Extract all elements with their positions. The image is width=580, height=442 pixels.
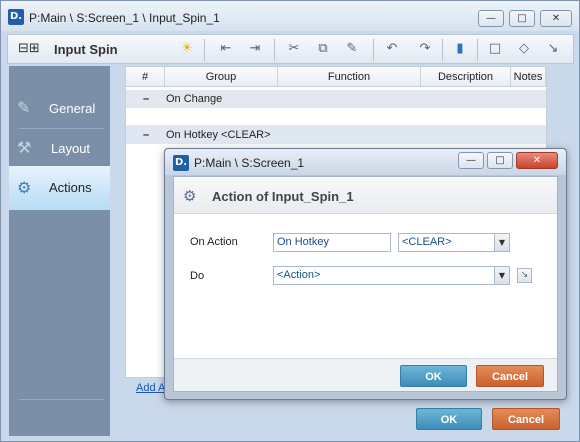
do-select[interactable]: <Action> ▼ (273, 266, 510, 285)
outdent-icon[interactable]: ⇤ (217, 40, 235, 58)
action-dialog: D. P:Main \ S:Screen_1 — □ ✕ ⚙ Action of… (164, 148, 567, 400)
cancel-button[interactable]: Cancel (492, 408, 560, 430)
row-label: On Change (166, 93, 223, 105)
cut-icon[interactable]: ✂ (285, 40, 303, 58)
hotkey-select[interactable]: <CLEAR> ▼ (398, 233, 510, 252)
jump-icon[interactable]: ↘ (544, 40, 562, 58)
column-header-notes[interactable]: Notes (511, 67, 546, 87)
toolbar-separator (204, 39, 205, 61)
indent-icon[interactable]: ⇥ (246, 40, 264, 58)
undo-icon[interactable]: ↶ (383, 40, 401, 58)
sidebar: ✎ General ⚒ Layout ⚙ Actions (9, 66, 110, 436)
dialog-header: ⚙ Action of Input_Spin_1 (174, 177, 557, 214)
maximize-button[interactable]: □ (509, 10, 535, 27)
toolbar: ⊟⊞ Input Spin ☀ ⇤ ⇥ ✂ ⧉ ✎ ↶ ↷ ▮ □ ◇ ↘ (7, 34, 574, 64)
column-header-description[interactable]: Description (421, 67, 511, 87)
dialog-body: ⚙ Action of Input_Spin_1 On Action On Ho… (173, 176, 558, 392)
toolbar-separator (442, 39, 443, 61)
comment-icon[interactable]: ▮ (451, 40, 469, 58)
app-logo: D. (173, 155, 189, 171)
toolbar-separator (373, 39, 374, 61)
column-header-group[interactable]: Group (165, 67, 278, 87)
minimize-button[interactable]: — (458, 152, 484, 169)
sidebar-item-layout[interactable]: ⚒ Layout (9, 128, 110, 168)
sidebar-item-label: General (49, 101, 96, 116)
chevron-down-icon[interactable]: ▼ (494, 267, 509, 284)
dialog-ok-button[interactable]: OK (400, 365, 467, 387)
layout-icon: ⚒ (17, 138, 32, 157)
on-action-field[interactable]: On Hotkey (273, 233, 391, 252)
dialog-heading: Action of Input_Spin_1 (212, 189, 354, 204)
close-button[interactable]: ✕ (516, 152, 558, 169)
hotkey-value: <CLEAR> (402, 236, 452, 248)
collapse-toggle[interactable]: – (143, 126, 149, 144)
copy-icon[interactable]: ⧉ (314, 40, 332, 58)
dialog-cancel-button[interactable]: Cancel (476, 365, 544, 387)
collapse-toggle[interactable]: – (143, 90, 149, 108)
app-logo: D. (8, 9, 24, 25)
input-spin-icon: ⊟⊞ (18, 41, 40, 56)
close-button[interactable]: ✕ (540, 10, 572, 27)
chevron-down-icon[interactable]: ▼ (494, 234, 509, 251)
do-value: <Action> (277, 269, 321, 281)
on-action-label: On Action (190, 236, 238, 248)
lightbulb-icon[interactable]: ☀ (178, 40, 196, 58)
row-label: On Hotkey <CLEAR> (166, 129, 271, 141)
jump-icon[interactable]: ↘ (517, 268, 532, 283)
table-row[interactable]: – On Change (126, 90, 546, 108)
toolbar-separator (274, 39, 275, 61)
gear-icon: ⚙ (183, 187, 197, 205)
column-header-number[interactable]: # (126, 67, 165, 87)
column-header-function[interactable]: Function (278, 67, 421, 87)
divider (19, 399, 104, 400)
paste-icon[interactable]: ✎ (343, 40, 361, 58)
dialog-title: P:Main \ S:Screen_1 (194, 156, 305, 170)
ok-button[interactable]: OK (416, 408, 482, 430)
redo-icon[interactable]: ↷ (416, 40, 434, 58)
sidebar-item-label: Actions (49, 180, 92, 195)
do-label: Do (190, 270, 205, 282)
table-row[interactable]: – On Hotkey <CLEAR> (126, 126, 546, 144)
empty-row (126, 108, 546, 126)
add-action-link[interactable]: Add A (136, 382, 165, 394)
maximize-button[interactable]: □ (487, 152, 513, 169)
sidebar-item-general[interactable]: ✎ General (9, 88, 110, 128)
dialog-title-bar[interactable]: D. P:Main \ S:Screen_1 — □ ✕ (165, 149, 566, 175)
title-bar[interactable]: D. P:Main \ S:Screen_1 \ Input_Spin_1 — … (1, 1, 579, 31)
sidebar-item-label: Layout (51, 141, 91, 156)
dialog-footer: OK Cancel (174, 358, 557, 391)
sidebar-item-actions[interactable]: ⚙ Actions (9, 166, 110, 210)
component-title: Input Spin (54, 42, 118, 57)
general-icon: ✎ (17, 98, 31, 117)
main-window: D. P:Main \ S:Screen_1 \ Input_Spin_1 — … (0, 0, 580, 442)
speech-bubble-icon[interactable]: □ (486, 40, 504, 58)
diamond-icon[interactable]: ◇ (515, 40, 533, 58)
toolbar-separator (477, 39, 478, 61)
window-title: P:Main \ S:Screen_1 \ Input_Spin_1 (29, 11, 220, 25)
actions-icon: ⚙ (17, 178, 32, 197)
minimize-button[interactable]: — (478, 10, 504, 27)
